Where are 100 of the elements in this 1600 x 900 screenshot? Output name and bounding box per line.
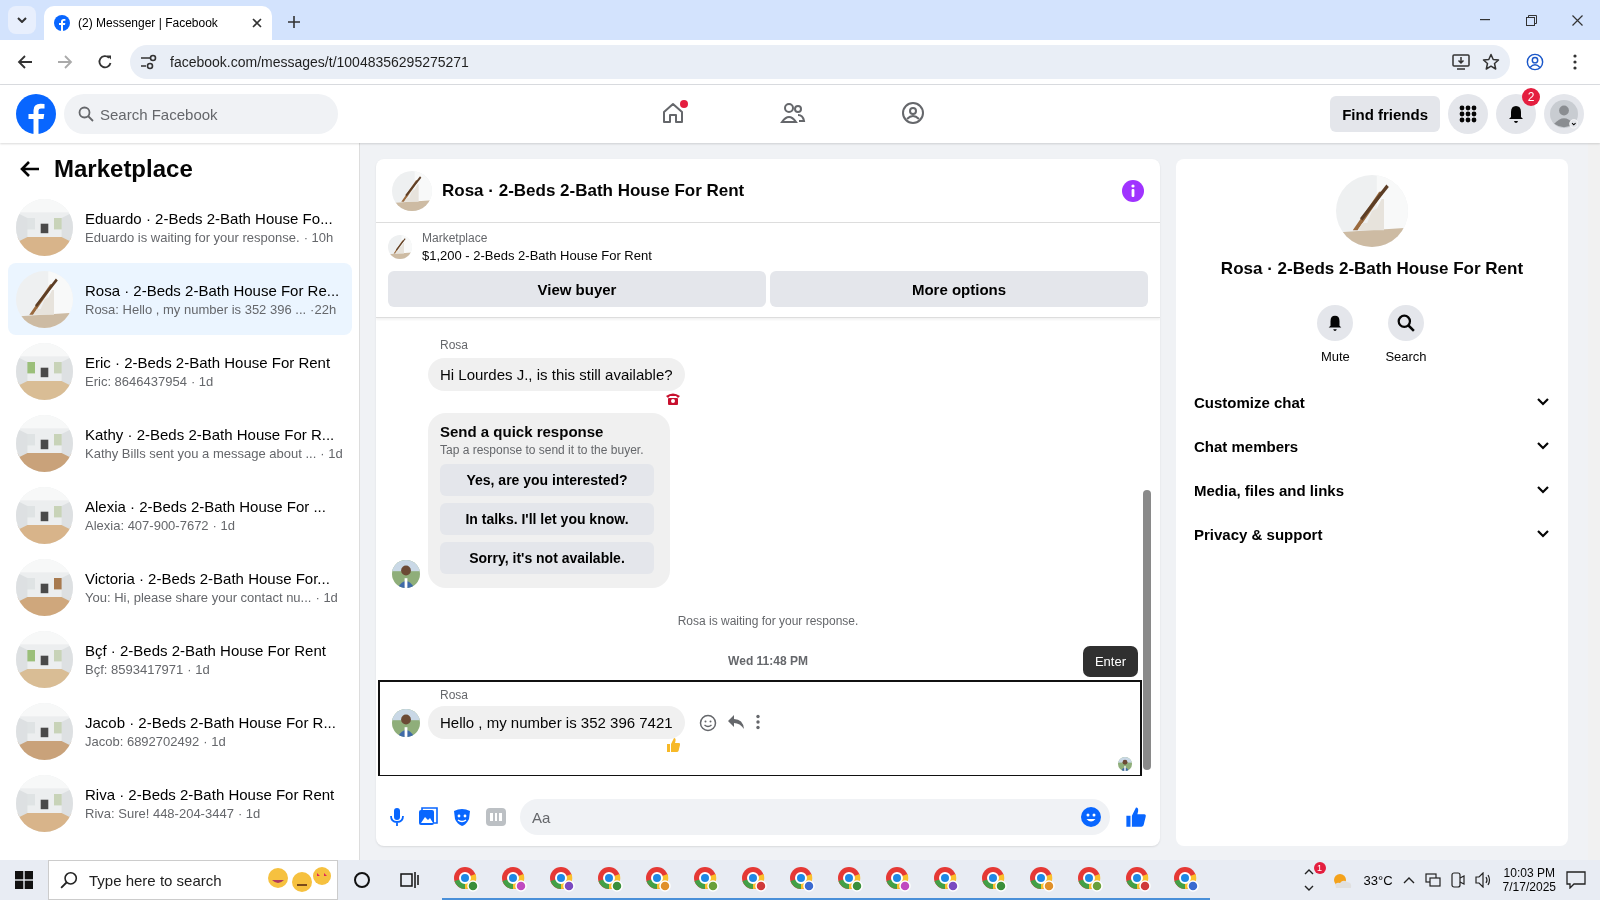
reload-icon (97, 54, 113, 70)
back-arrow-icon (20, 160, 40, 178)
emoji-icon[interactable] (1080, 806, 1102, 828)
quick-reply-button[interactable]: Yes, are you interested? (440, 464, 654, 496)
sender-name: Rosa (440, 338, 469, 352)
windows-logo-icon (15, 871, 33, 889)
conversation-item[interactable]: Jacob · 2-Beds 2-Bath House For R... Jacob: 6892702492 · 1d (8, 695, 352, 767)
message-time: · 1d (320, 445, 343, 461)
browser-icon (1077, 866, 1103, 892)
action-label: Mute (1320, 349, 1350, 364)
browser-icon (597, 866, 623, 892)
show-hidden-icons-icon[interactable] (1402, 876, 1415, 884)
message-time: · 1d (237, 805, 261, 821)
chat-title: Rosa · 2-Beds 2-Bath House For Rent (442, 180, 746, 201)
tab-list-button[interactable] (8, 6, 36, 34)
groups-icon (901, 100, 925, 125)
conversation-item[interactable]: Alexia · 2-Beds 2-Bath House For ... Alexia: 407-900-7672 · 1d (8, 479, 352, 551)
notification-badge: 2 (1522, 88, 1540, 106)
settings-section[interactable]: Media, files and links (1192, 468, 1552, 512)
browser-icon (885, 866, 911, 892)
quick-reply-button[interactable]: Sorry, it's not available. (440, 542, 654, 574)
more-icon[interactable] (754, 713, 761, 732)
chevron-icon[interactable] (1303, 867, 1314, 893)
back-button[interactable] (20, 160, 40, 178)
message-time: ·22h (310, 301, 337, 317)
apps-menu-button[interactable] (1448, 94, 1488, 134)
close-icon (1571, 14, 1583, 26)
clock-date: 7/17/2025 (1502, 880, 1556, 894)
settings-section[interactable]: Privacy & support (1192, 512, 1552, 556)
conversation-name: Alexia · 2-Beds 2-Bath House For ... (85, 497, 326, 515)
search-icon (1397, 314, 1415, 332)
conversation-item[interactable]: Kathy · 2-Beds 2-Bath House For R... Kathy Bills sent you a message about ... · 1d (8, 407, 352, 479)
sticker-icon[interactable] (452, 807, 472, 827)
settings-section[interactable]: Chat members (1192, 424, 1552, 468)
install-icon[interactable] (1452, 54, 1470, 70)
message-time: · 1d (190, 373, 214, 389)
find-friends-button[interactable]: Find friends (1330, 96, 1440, 132)
camera-icon[interactable] (1450, 872, 1465, 888)
profile-icon (1526, 52, 1544, 72)
browser-icon (501, 866, 527, 892)
sidebar-title: Marketplace (54, 155, 193, 183)
settings-section[interactable]: Customize chat (1192, 380, 1552, 424)
emoji-icon[interactable] (698, 713, 717, 732)
network-icon[interactable] (1424, 873, 1441, 887)
listing-title: $1,200 - 2-Beds 2-Bath House For Rent (422, 248, 652, 263)
people-icon (780, 100, 806, 125)
conversation-item[interactable]: Bçf · 2-Beds 2-Bath House For Rent Bçf: 8593417971 · 1d (8, 623, 352, 695)
conversation-item[interactable]: Riva · 2-Beds 2-Bath House For Rent Riva: Sure! 448-204-3447 · 1d (8, 767, 352, 839)
like-icon[interactable] (1124, 806, 1148, 828)
temperature: 33°C (1363, 872, 1393, 888)
url-text: facebook.com/messages/t/10048356295275271 (170, 54, 470, 70)
menu-icon (1573, 54, 1577, 70)
notifications-button[interactable] (1496, 94, 1536, 134)
tooltip: Enter (1082, 646, 1138, 677)
message-preview: You: Hi, please share your contact nu... (85, 589, 312, 605)
conversation-item[interactable]: Eduardo · 2-Beds 2-Bath House Fo... Eduardo is waiting for your response. · 10h (8, 191, 352, 263)
microphone-icon[interactable] (390, 807, 404, 827)
site-settings-icon[interactable] (140, 54, 158, 70)
message-time: · 1d (212, 517, 235, 533)
browser-tab[interactable]: (2) Messenger | Facebook (44, 6, 272, 40)
conversation-name: Riva · 2-Beds 2-Bath House For Rent (85, 785, 335, 803)
facebook-logo-icon[interactable] (16, 94, 56, 134)
address-bar[interactable]: facebook.com/messages/t/10048356295275271 (130, 45, 1510, 79)
star-icon[interactable] (1482, 53, 1500, 71)
page-scrollbar[interactable] (1588, 143, 1600, 860)
conversation-item[interactable]: Rosa · 2-Beds 2-Bath House For Re... Rosa: Hello , my number is 352 396 ... ·22h (8, 263, 352, 335)
conversation-item[interactable]: Victoria · 2-Beds 2-Bath House For... You: Hi, please share your contact nu... · 1d (8, 551, 352, 623)
browser-icon (645, 866, 671, 892)
quick-response-title: Send a quick response (440, 423, 605, 440)
browser-icon (981, 866, 1007, 892)
action-button[interactable]: More options (770, 271, 1148, 307)
conversation-name: Rosa · 2-Beds 2-Bath House For Re... (85, 281, 340, 299)
close-icon[interactable] (252, 18, 262, 28)
message-input[interactable]: Aa (520, 799, 1110, 835)
photo-icon[interactable] (418, 807, 438, 827)
search-icon (78, 106, 94, 122)
search-field[interactable]: Search Facebook (64, 94, 338, 134)
conversation-name: Kathy · 2-Beds 2-Bath House For R... (85, 425, 336, 443)
conversation-item[interactable]: Eric · 2-Beds 2-Bath House For Rent Eric: 8646437954 · 1d (8, 335, 352, 407)
scrollbar-thumb[interactable] (1143, 490, 1151, 770)
speaker-icon[interactable] (1474, 872, 1493, 888)
browser-icon (453, 866, 479, 892)
account-button[interactable] (1544, 94, 1584, 134)
message-time: · 1d (203, 733, 226, 749)
quick-reply-button[interactable]: In talks. I'll let you know. (440, 503, 654, 535)
browser-icon (789, 866, 815, 892)
browser-icon (549, 866, 575, 892)
taskbar-search-field[interactable]: Type here to search (48, 860, 338, 900)
listing-label: Marketplace (422, 231, 489, 245)
minimize-icon (1480, 19, 1490, 21)
browser-icon (837, 866, 863, 892)
info-icon[interactable] (1122, 179, 1144, 202)
notifications-icon[interactable] (1566, 871, 1586, 889)
message-preview: Kathy Bills sent you a message about ... (85, 445, 317, 461)
telephone-icon (664, 391, 681, 405)
message-preview: Eduardo is waiting for your response. (85, 229, 300, 245)
browser-icon (693, 866, 719, 892)
message-preview: Bçf: 8593417971 (85, 661, 184, 677)
action-button[interactable]: View buyer (388, 271, 766, 307)
status-text: Rosa is waiting for your response. (677, 614, 859, 628)
